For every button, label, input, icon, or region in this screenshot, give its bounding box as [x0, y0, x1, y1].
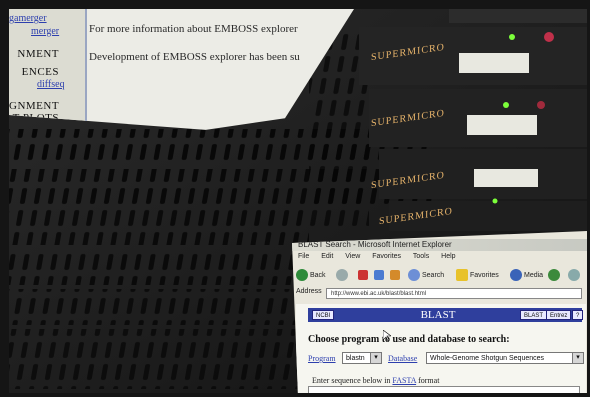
blast-page: NCBI BLAST BLAST Entrez ? Choose program… [296, 304, 586, 393]
database-link[interactable]: Database [388, 354, 417, 363]
home-button[interactable] [390, 267, 400, 283]
ie-toolbar: Back Search Favorites Media [296, 265, 584, 285]
favorites-label: Favorites [470, 271, 499, 279]
forward-button[interactable] [336, 267, 348, 283]
program-select-value: blastn [346, 355, 365, 362]
help-nav-button[interactable]: ? [572, 310, 584, 320]
sidebar-heading-sequences: ENCES [21, 66, 59, 78]
emboss-info-text: For more information about EMBOSS explor… [89, 23, 298, 35]
entrez-nav-button[interactable]: Entrez [546, 310, 572, 320]
stop-button[interactable] [358, 267, 368, 283]
menu-edit[interactable]: Edit [321, 253, 333, 260]
home-icon [390, 270, 400, 280]
back-arrow-icon [296, 269, 308, 281]
blast-nav-button[interactable]: BLAST [520, 310, 548, 320]
sidebar-heading-alignment-plots: GNMENT [9, 100, 60, 112]
search-icon [408, 269, 420, 281]
menu-favorites[interactable]: Favorites [372, 253, 401, 260]
back-label: Back [310, 271, 326, 279]
history-button[interactable] [548, 267, 560, 283]
database-select[interactable]: Whole-Genome Shotgun Sequences ▾ [426, 352, 584, 364]
chevron-down-icon: ▾ [370, 353, 381, 363]
menu-help[interactable]: Help [441, 253, 455, 260]
favorites-star-icon [456, 269, 468, 281]
search-label: Search [422, 271, 445, 279]
chevron-down-icon: ▾ [572, 353, 583, 363]
menu-view[interactable]: View [345, 253, 360, 260]
emboss-development-text: Development of EMBOSS explorer has been … [89, 51, 300, 63]
enter-text-prefix: Enter sequence below in [312, 376, 391, 385]
database-select-value: Whole-Genome Shotgun Sequences [430, 355, 545, 362]
ie-menubar: File Edit View Favorites Tools Help [298, 253, 583, 263]
mail-button[interactable] [568, 267, 580, 283]
sequence-textarea[interactable] [308, 386, 580, 393]
ie-address-bar: Address http://www.ebi.ac.uk/blast/blast… [296, 288, 584, 300]
menu-tools[interactable]: Tools [413, 253, 429, 260]
program-link[interactable]: Program [308, 354, 336, 363]
ncbi-button[interactable]: NCBI [312, 310, 335, 320]
sidebar-link-diffseq[interactable]: diffseq [37, 79, 65, 90]
program-database-row: Program blastn ▾ Database Whole-Genome S… [308, 352, 584, 366]
program-select[interactable]: blastn ▾ [342, 352, 382, 364]
mouse-cursor-icon [383, 330, 391, 342]
fasta-link[interactable]: FASTA [392, 376, 416, 385]
photo-frame: SUPERMICRO SUPERMICRO SUPERMICRO SUPERMI… [9, 9, 587, 393]
history-icon [548, 269, 560, 281]
stop-icon [358, 270, 368, 280]
scene: SUPERMICRO SUPERMICRO SUPERMICRO SUPERMI… [0, 0, 590, 397]
mail-icon [568, 269, 580, 281]
choose-program-heading: Choose program to use and database to se… [308, 334, 510, 345]
blast-title: BLAST [420, 309, 456, 321]
refresh-icon [374, 270, 384, 280]
enter-sequence-instructions: Enter sequence below in FASTA format [312, 376, 439, 385]
menu-file[interactable]: File [298, 253, 309, 260]
media-icon [510, 269, 522, 281]
enter-text-suffix: format [418, 376, 440, 385]
sidebar-heading-alignment: NMENT [17, 48, 59, 60]
forward-arrow-icon [336, 269, 348, 281]
search-button[interactable]: Search [408, 267, 444, 283]
sidebar-link-merger[interactable]: merger [31, 26, 59, 37]
favorites-button[interactable]: Favorites [456, 267, 499, 283]
back-button[interactable]: Back [296, 267, 326, 283]
emboss-sidebar: gamerger merger NMENT ENCES diffseq GNME… [9, 9, 87, 129]
address-input[interactable]: http://www.ebi.ac.uk/blast/blast.html [326, 288, 582, 299]
address-label: Address [296, 288, 322, 295]
media-label: Media [524, 271, 544, 279]
ie-browser-window: BLAST Search - Microsoft Internet Explor… [292, 231, 587, 393]
sidebar-link-gamerger[interactable]: gamerger [9, 13, 47, 24]
blast-header-bar: NCBI BLAST BLAST Entrez ? [308, 308, 584, 322]
media-button[interactable]: Media [510, 267, 543, 283]
refresh-button[interactable] [374, 267, 384, 283]
